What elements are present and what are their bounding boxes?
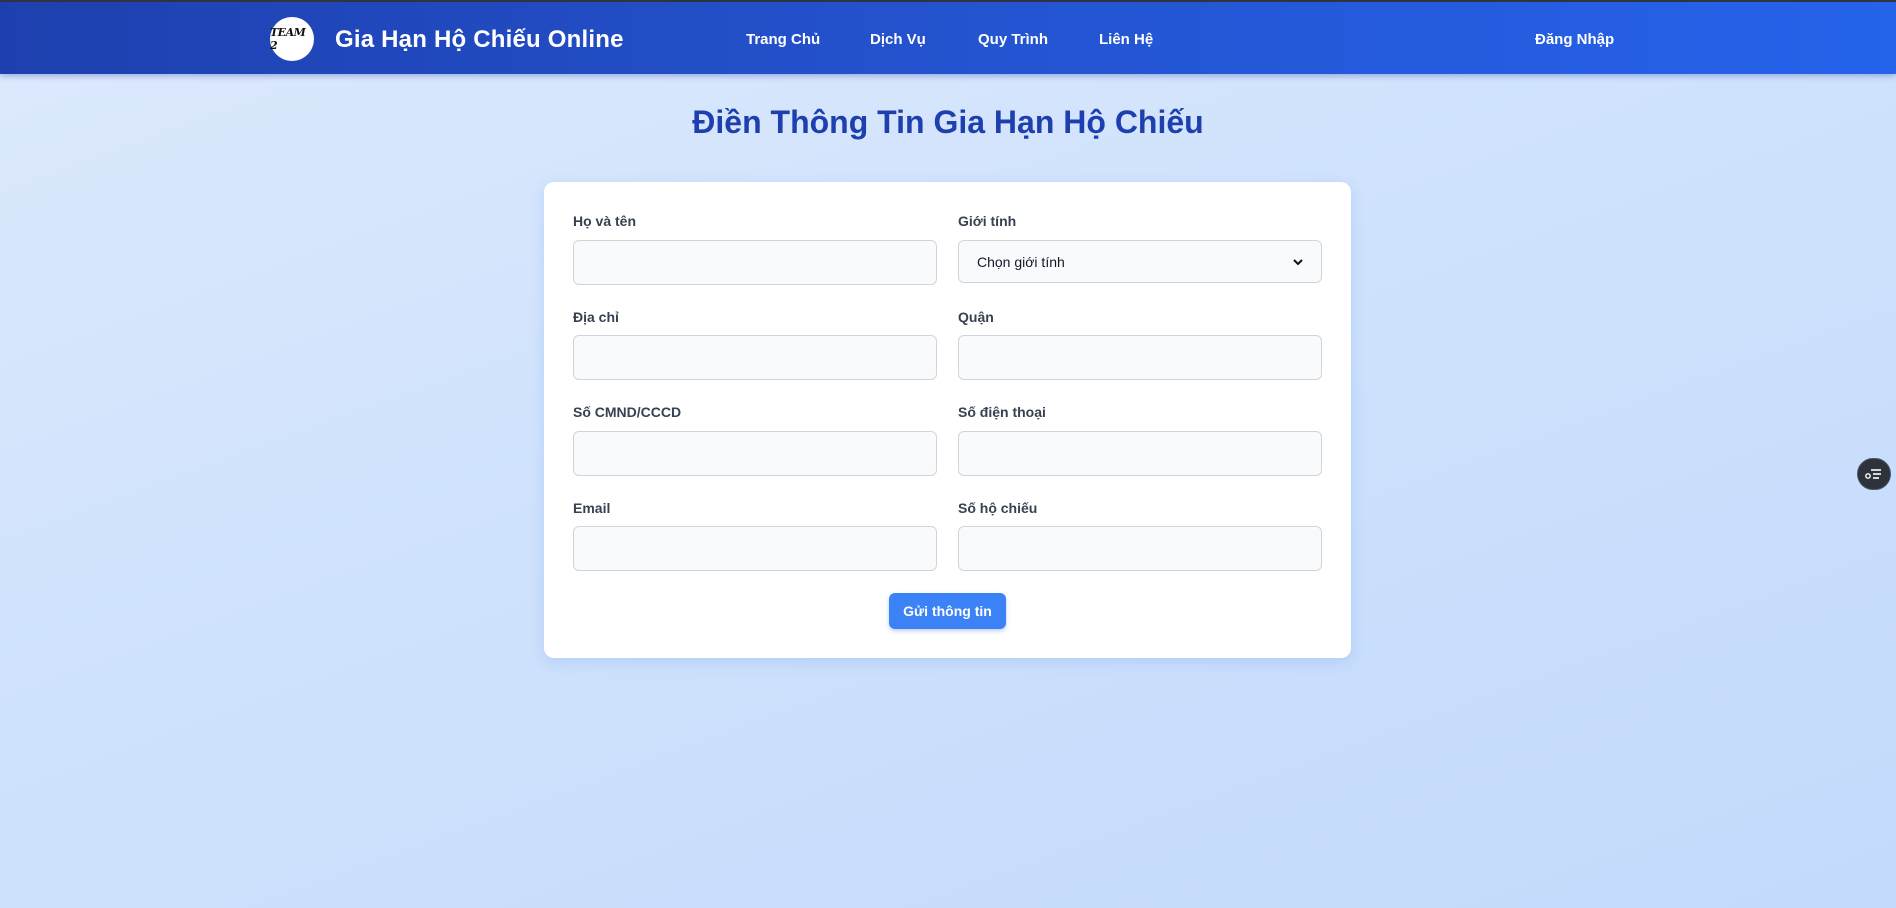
site-brand[interactable]: Gia Hạn Hộ Chiếu Online xyxy=(335,26,624,54)
email-label: Email xyxy=(573,500,611,516)
id-number-label: Số CMND/CCCD xyxy=(573,404,682,420)
phone-label: Số điện thoại xyxy=(958,404,1046,420)
gender-label: Giới tính xyxy=(958,213,1017,229)
address-input[interactable] xyxy=(573,335,937,380)
submit-button[interactable]: Gửi thông tin xyxy=(889,593,1006,629)
full-name-label: Họ và tên xyxy=(573,213,637,229)
address-label: Địa chỉ xyxy=(573,309,619,325)
district-label: Quận xyxy=(958,309,994,325)
login-link[interactable]: Đăng Nhập xyxy=(1535,31,1614,48)
passport-number-input[interactable] xyxy=(958,526,1322,571)
full-name-input[interactable] xyxy=(573,240,937,285)
id-number-input[interactable] xyxy=(573,431,937,476)
gender-select-value: Chọn giới tính xyxy=(977,253,1065,270)
phone-input[interactable] xyxy=(958,431,1322,476)
floating-menu-button[interactable] xyxy=(1857,458,1891,490)
chevron-down-icon xyxy=(1293,258,1303,265)
team-logo[interactable]: TEAM 2 xyxy=(270,17,314,61)
renewal-form-card: Họ và tên Giới tính Chọn giới tính Địa c… xyxy=(544,182,1351,658)
email-input[interactable] xyxy=(573,526,937,571)
nav-lien-he[interactable]: Liên Hệ xyxy=(1099,31,1153,48)
nav-quy-trinh[interactable]: Quy Trình xyxy=(978,31,1048,48)
list-filter-icon xyxy=(1865,469,1881,479)
nav-dich-vu[interactable]: Dịch Vụ xyxy=(870,31,926,48)
gender-select[interactable]: Chọn giới tính xyxy=(958,240,1322,283)
page-title: Điền Thông Tin Gia Hạn Hộ Chiếu xyxy=(692,104,1204,140)
top-navbar: TEAM 2 Gia Hạn Hộ Chiếu Online Trang Chủ… xyxy=(0,0,1896,74)
nav-trang-chu[interactable]: Trang Chủ xyxy=(746,31,820,48)
passport-number-label: Số hộ chiếu xyxy=(958,500,1038,516)
district-input[interactable] xyxy=(958,335,1322,380)
